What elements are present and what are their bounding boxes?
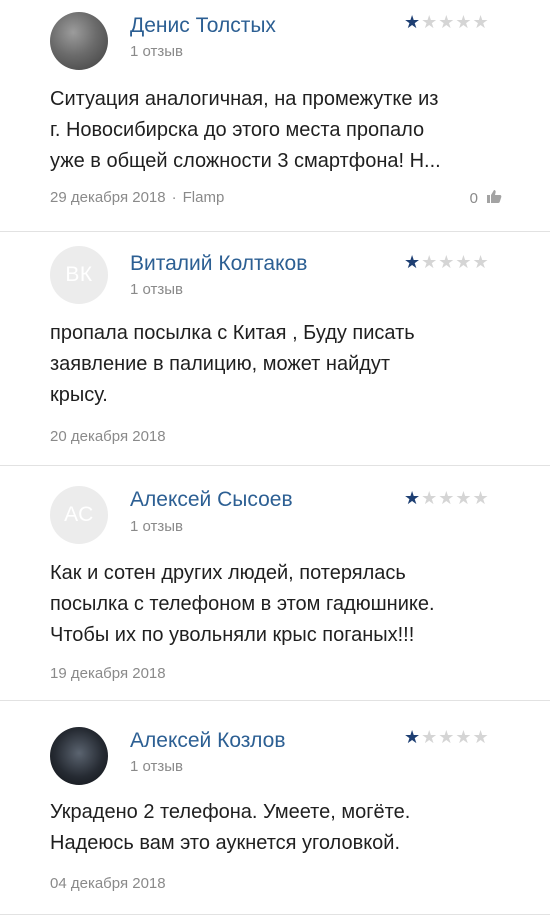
reviewer-name[interactable]: Виталий Колтаков [130,252,307,276]
review-text[interactable]: Украдено 2 телефона. Умеете, могёте. Над… [50,797,520,859]
review-text-line: Ситуация аналогичная, на промежутке из [50,88,439,110]
star-rating: ★★★★★ [404,252,490,273]
review-text[interactable]: Как и сотен других людей, потерялась пос… [50,558,520,651]
review-card: Алексей Козлов 1 отзыв ★★★★★ Украдено 2 … [0,701,550,915]
review-date: 04 декабря 2018 [50,875,166,892]
avatar[interactable] [50,727,108,785]
review-text-line: Надеюсь вам это аукнется уголовкой. [50,832,401,854]
star-empty-icon: ★★★★ [421,12,490,32]
star-filled-icon: ★ [404,727,422,747]
review-text-line: уже в общей сложности 3 смартфона! Н... [50,150,441,172]
star-empty-icon: ★★★★ [421,727,490,747]
star-rating: ★★★★★ [404,727,490,748]
reviewer-name[interactable]: Алексей Сысоев [130,488,293,512]
like-count: 0 [469,190,478,207]
review-card: ВК Виталий Колтаков 1 отзыв ★★★★★ пропал… [0,232,550,466]
review-text-line: Как и сотен других людей, потерялась [50,562,406,584]
avatar[interactable]: АС [50,486,108,544]
review-count: 1 отзыв [130,43,184,60]
review-text-line: г. Новосибирска до этого места пропало [50,119,425,141]
review-count: 1 отзыв [130,518,184,535]
review-date: 19 декабря 2018 [50,665,166,682]
thumbs-up-icon [486,189,502,208]
avatar-initials: ВК [65,263,93,286]
review-date: 20 декабря 2018 [50,428,166,445]
review-count: 1 отзыв [130,281,184,298]
separator-dot: · [171,189,177,206]
review-text-line: крысу. [50,384,108,406]
review-meta: 20 декабря 2018 [50,428,166,445]
review-meta: 19 декабря 2018 [50,665,166,682]
review-meta: 04 декабря 2018 [50,875,166,892]
avatar[interactable] [50,12,108,70]
like-button[interactable]: 0 [470,189,502,208]
reviewer-name[interactable]: Денис Толстых [130,14,276,38]
star-filled-icon: ★ [404,488,422,508]
review-text-line: пропала посылка с Китая , Буду писать [50,322,415,344]
review-meta: 29 декабря 2018 · Flamp [50,189,224,206]
star-filled-icon: ★ [404,12,422,32]
review-count: 1 отзыв [130,758,184,775]
review-text-line: Чтобы их по увольняли крыс поганых!!! [50,624,415,646]
review-text[interactable]: пропала посылка с Китая , Буду писать за… [50,318,520,411]
review-text-line: Украдено 2 телефона. Умеете, могёте. [50,801,411,823]
avatar-initials: АС [64,503,94,526]
reviewer-name[interactable]: Алексей Козлов [130,729,286,753]
star-rating: ★★★★★ [404,488,490,509]
avatar[interactable]: ВК [50,246,108,304]
review-text-line: заявление в палицию, может найдут [50,353,391,375]
review-card: Денис Толстых 1 отзыв ★★★★★ Ситуация ана… [0,0,550,232]
star-filled-icon: ★ [404,252,422,272]
review-date: 29 декабря 2018 [50,189,166,206]
review-card: АС Алексей Сысоев 1 отзыв ★★★★★ Как и со… [0,466,550,701]
review-text[interactable]: Ситуация аналогичная, на промежутке из г… [50,84,520,177]
star-rating: ★★★★★ [404,12,490,33]
star-empty-icon: ★★★★ [421,488,490,508]
review-source: Flamp [182,189,225,206]
review-text-line: посылка с телефоном в этом гадюшнике. [50,593,435,615]
star-empty-icon: ★★★★ [421,252,490,272]
